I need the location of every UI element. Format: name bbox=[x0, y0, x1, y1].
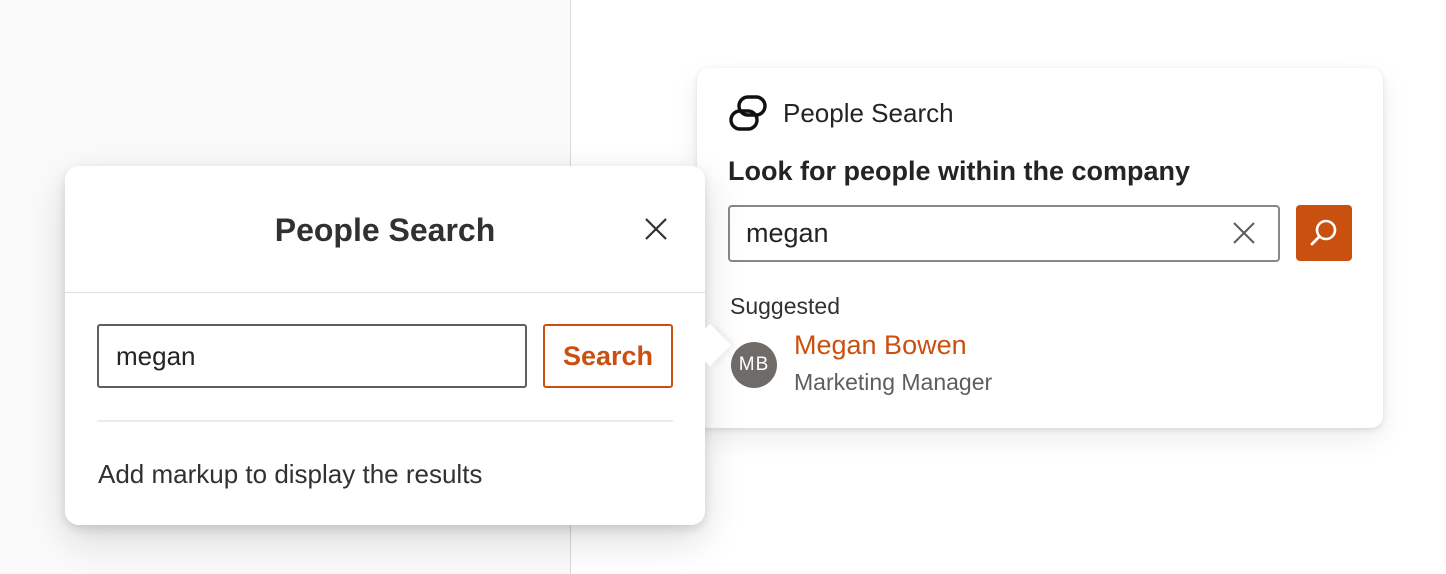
card-app-title: People Search bbox=[783, 97, 954, 128]
close-icon[interactable] bbox=[643, 216, 669, 242]
dialog-results-divider bbox=[97, 420, 673, 422]
dialog-header-divider bbox=[65, 292, 705, 293]
close-icon[interactable] bbox=[1230, 219, 1258, 247]
card-search-input[interactable]: megan bbox=[728, 205, 1280, 262]
dialog-title: People Search bbox=[274, 212, 496, 248]
search-icon bbox=[1310, 219, 1337, 246]
people-search-dialog: People Search megan Search Add markup to… bbox=[65, 166, 732, 525]
people-search-logo-icon bbox=[729, 95, 767, 131]
people-search-card: People Search Look for people within the… bbox=[697, 68, 1383, 428]
dialog-search-button[interactable]: Search bbox=[543, 324, 673, 388]
person-name-link[interactable]: Megan Bowen bbox=[794, 330, 967, 361]
dialog-body: People Search megan Search Add markup to… bbox=[65, 166, 705, 525]
dialog-search-input[interactable]: megan bbox=[97, 324, 527, 388]
card-search-button[interactable] bbox=[1296, 205, 1352, 261]
card-header: People Search bbox=[727, 92, 954, 134]
person-job-title: Marketing Manager bbox=[794, 369, 993, 395]
card-heading: Look for people within the company bbox=[728, 156, 1191, 186]
card-search-input-value[interactable]: megan bbox=[746, 218, 829, 249]
dialog-search-input-value[interactable]: megan bbox=[116, 341, 196, 372]
results-placeholder-text: Add markup to display the results bbox=[98, 459, 483, 489]
avatar: MB bbox=[731, 342, 777, 388]
suggested-label: Suggested bbox=[730, 293, 840, 319]
